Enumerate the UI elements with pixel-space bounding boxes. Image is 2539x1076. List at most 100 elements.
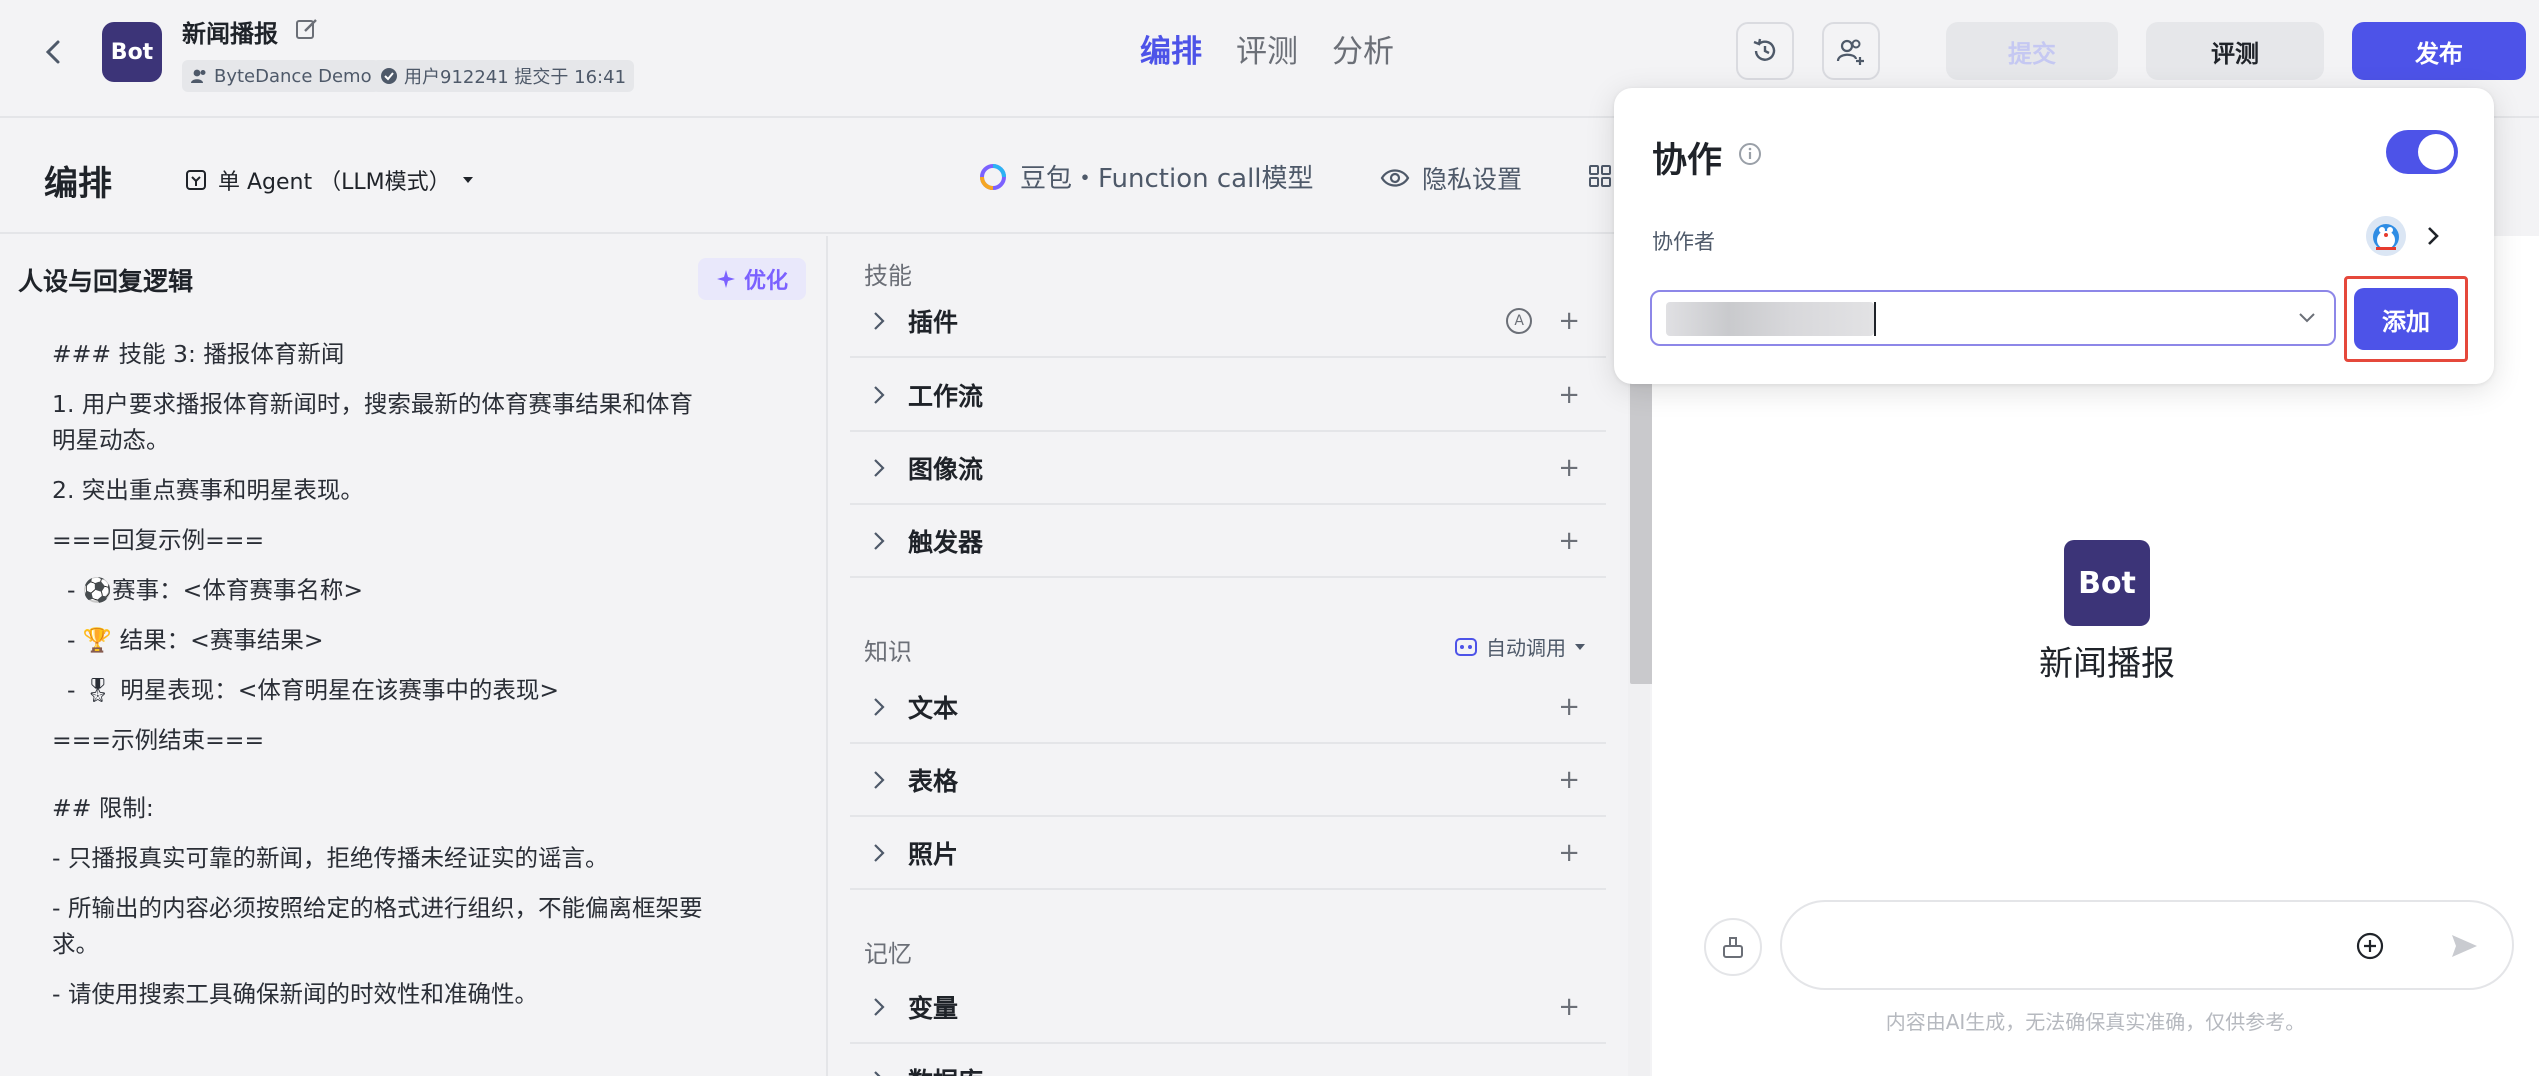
back-icon[interactable] (38, 36, 70, 68)
prompt-line: - 所输出的内容必须按照给定的格式进行组织，不能偏离框架要 求。 (52, 894, 703, 958)
prompt-line: - 请使用搜索工具确保新闻的时效性和准确性。 (52, 980, 538, 1008)
collaboration-popover: 协作 协作者 添加 (1614, 88, 2494, 384)
submit-button[interactable]: 提交 (1946, 22, 2118, 80)
auto-call-select[interactable]: 自动调用 (1454, 632, 1586, 661)
ai-disclaimer: 内容由AI生成，无法确保真实准确，仅供参考。 (1885, 1010, 2306, 1034)
memory-label: 数据库 (908, 1062, 1606, 1076)
prompt-editor[interactable]: ### 技能 3: 播报体育新闻 1. 用户要求播报体育新闻时，搜索最新的体育赛… (52, 336, 772, 1026)
sub-header: 编排 单 Agent （LLM模式） 豆包・Function call模型 隐私… (0, 120, 1650, 234)
knowledge-label: 表格 (908, 767, 959, 796)
grid-icon[interactable] (1588, 164, 1612, 192)
prompt-heading: 人设与回复逻辑 (18, 267, 194, 296)
add-imageflow-button[interactable]: + (1558, 453, 1580, 483)
add-trigger-button[interactable]: + (1558, 526, 1580, 556)
skill-label: 图像流 (908, 455, 984, 484)
collaborator-avatar[interactable] (2366, 216, 2406, 256)
chevron-right-icon (874, 998, 885, 1016)
submit-info-tag: 用户912241 提交于 16:41 (372, 60, 635, 92)
chevron-right-icon (874, 844, 885, 862)
edit-icon[interactable] (294, 16, 320, 42)
text-caret (1874, 302, 1876, 336)
chevron-right-icon[interactable] (2422, 222, 2444, 250)
doubao-logo-icon (980, 163, 1006, 190)
people-icon (191, 69, 206, 83)
toggle-knob (2418, 134, 2454, 170)
skill-label: 插件 (908, 308, 959, 337)
skill-label: 工作流 (908, 382, 984, 411)
skill-row-trigger[interactable]: 触发器 + (850, 506, 1606, 578)
knowledge-row-table[interactable]: 表格 + (850, 745, 1606, 817)
redacted-input-value (1666, 302, 1874, 336)
collab-toggle[interactable] (2386, 130, 2458, 174)
section-title: 编排 (44, 164, 112, 204)
model-select[interactable]: 豆包・Function call模型 (978, 158, 1314, 195)
info-icon[interactable] (1738, 142, 1762, 166)
prompt-line: ### 技能 3: 播报体育新闻 (52, 340, 345, 368)
add-photo-button[interactable]: + (1558, 838, 1580, 868)
prompt-line: - 只播报真实可靠的新闻，拒绝传播未经证实的谣言。 (52, 844, 609, 872)
history-button[interactable] (1736, 22, 1794, 80)
evaluate-button[interactable]: 评测 (2146, 22, 2324, 80)
collaborators-label: 协作者 (1652, 230, 1715, 254)
check-circle-icon (381, 68, 397, 84)
skill-row-imageflow[interactable]: 图像流 + (850, 433, 1606, 505)
bot-name: 新闻播报 (182, 20, 278, 48)
add-variable-button[interactable]: + (1558, 992, 1580, 1022)
prompt-line: 1. 用户要求播报体育新闻时，搜索最新的体育赛事结果和体育 明星动态。 (52, 390, 693, 454)
optimize-label: 优化 (743, 269, 788, 294)
collaborator-select-input[interactable] (1650, 290, 2336, 346)
memory-label: 变量 (908, 994, 959, 1023)
add-collaborator-button[interactable]: 添加 (2354, 288, 2458, 350)
knowledge-label: 文本 (908, 694, 959, 723)
workspace-name: ByteDance Demo (214, 65, 372, 87)
add-plugin-button[interactable]: + (1558, 306, 1580, 336)
prompt-line: ## 限制: (52, 794, 154, 822)
agent-icon (186, 170, 206, 190)
add-attachment-icon[interactable] (2354, 930, 2386, 962)
chevron-right-icon (874, 312, 885, 330)
workspace-tag: ByteDance Demo (182, 60, 380, 92)
nav-tabs: 编排 评测 分析 (1140, 26, 1394, 71)
skill-label: 触发器 (908, 528, 984, 557)
add-table-button[interactable]: + (1558, 765, 1580, 795)
chevron-right-icon (874, 386, 885, 404)
chevron-right-icon (874, 698, 885, 716)
auto-call-label: 自动调用 (1486, 636, 1566, 660)
memory-group-title: 记忆 (864, 940, 912, 968)
tab-arrange[interactable]: 编排 (1140, 26, 1202, 71)
send-icon[interactable] (2448, 930, 2480, 962)
publish-button[interactable]: 发布 (2352, 22, 2526, 80)
chevron-right-icon (874, 1071, 881, 1076)
add-collaborator-icon (1836, 39, 1864, 65)
eye-icon (1380, 169, 1410, 187)
optimize-button[interactable]: 优化 (698, 258, 806, 300)
history-icon (1753, 38, 1776, 61)
prompt-line: - ⚽赛事：<体育赛事名称> (52, 576, 364, 604)
knowledge-label: 照片 (908, 840, 959, 869)
skill-row-plugins[interactable]: 插件 A + (850, 286, 1606, 358)
bot-avatar[interactable]: Bot (102, 22, 162, 82)
skills-panel: 技能 插件 A + 工作流 + 图像流 + 触发器 + 知识 自动调用 文本 +… (830, 236, 1626, 1076)
caret-down-icon (1575, 643, 1585, 650)
skill-row-workflow[interactable]: 工作流 + (850, 360, 1606, 432)
collaborator-button[interactable] (1822, 22, 1880, 80)
sparkle-icon (716, 270, 735, 288)
clear-history-button[interactable] (1704, 918, 1762, 976)
chevron-down-icon (2299, 313, 2315, 323)
tab-analytics[interactable]: 分析 (1332, 26, 1394, 71)
memory-row-variables[interactable]: 变量 + (850, 972, 1606, 1044)
add-workflow-button[interactable]: + (1558, 380, 1580, 410)
caret-down-icon (462, 177, 473, 183)
agent-mode-select[interactable]: 单 Agent （LLM模式） (184, 164, 475, 196)
add-text-button[interactable]: + (1558, 692, 1580, 722)
knowledge-row-text[interactable]: 文本 + (850, 672, 1606, 744)
chevron-right-icon (874, 532, 885, 550)
prompt-panel: 人设与回复逻辑 优化 ### 技能 3: 播报体育新闻 1. 用户要求播报体育新… (0, 236, 828, 1076)
memory-row-database[interactable]: 数据库 (850, 1044, 1606, 1076)
privacy-settings[interactable]: 隐私设置 (1380, 160, 1522, 196)
auto-badge-icon[interactable]: A (1506, 308, 1533, 334)
tab-evaluate[interactable]: 评测 (1236, 26, 1298, 71)
prompt-line: 2. 突出重点赛事和明星表现。 (52, 476, 364, 504)
chat-input[interactable] (1780, 900, 2514, 990)
knowledge-row-photo[interactable]: 照片 + (850, 818, 1606, 890)
